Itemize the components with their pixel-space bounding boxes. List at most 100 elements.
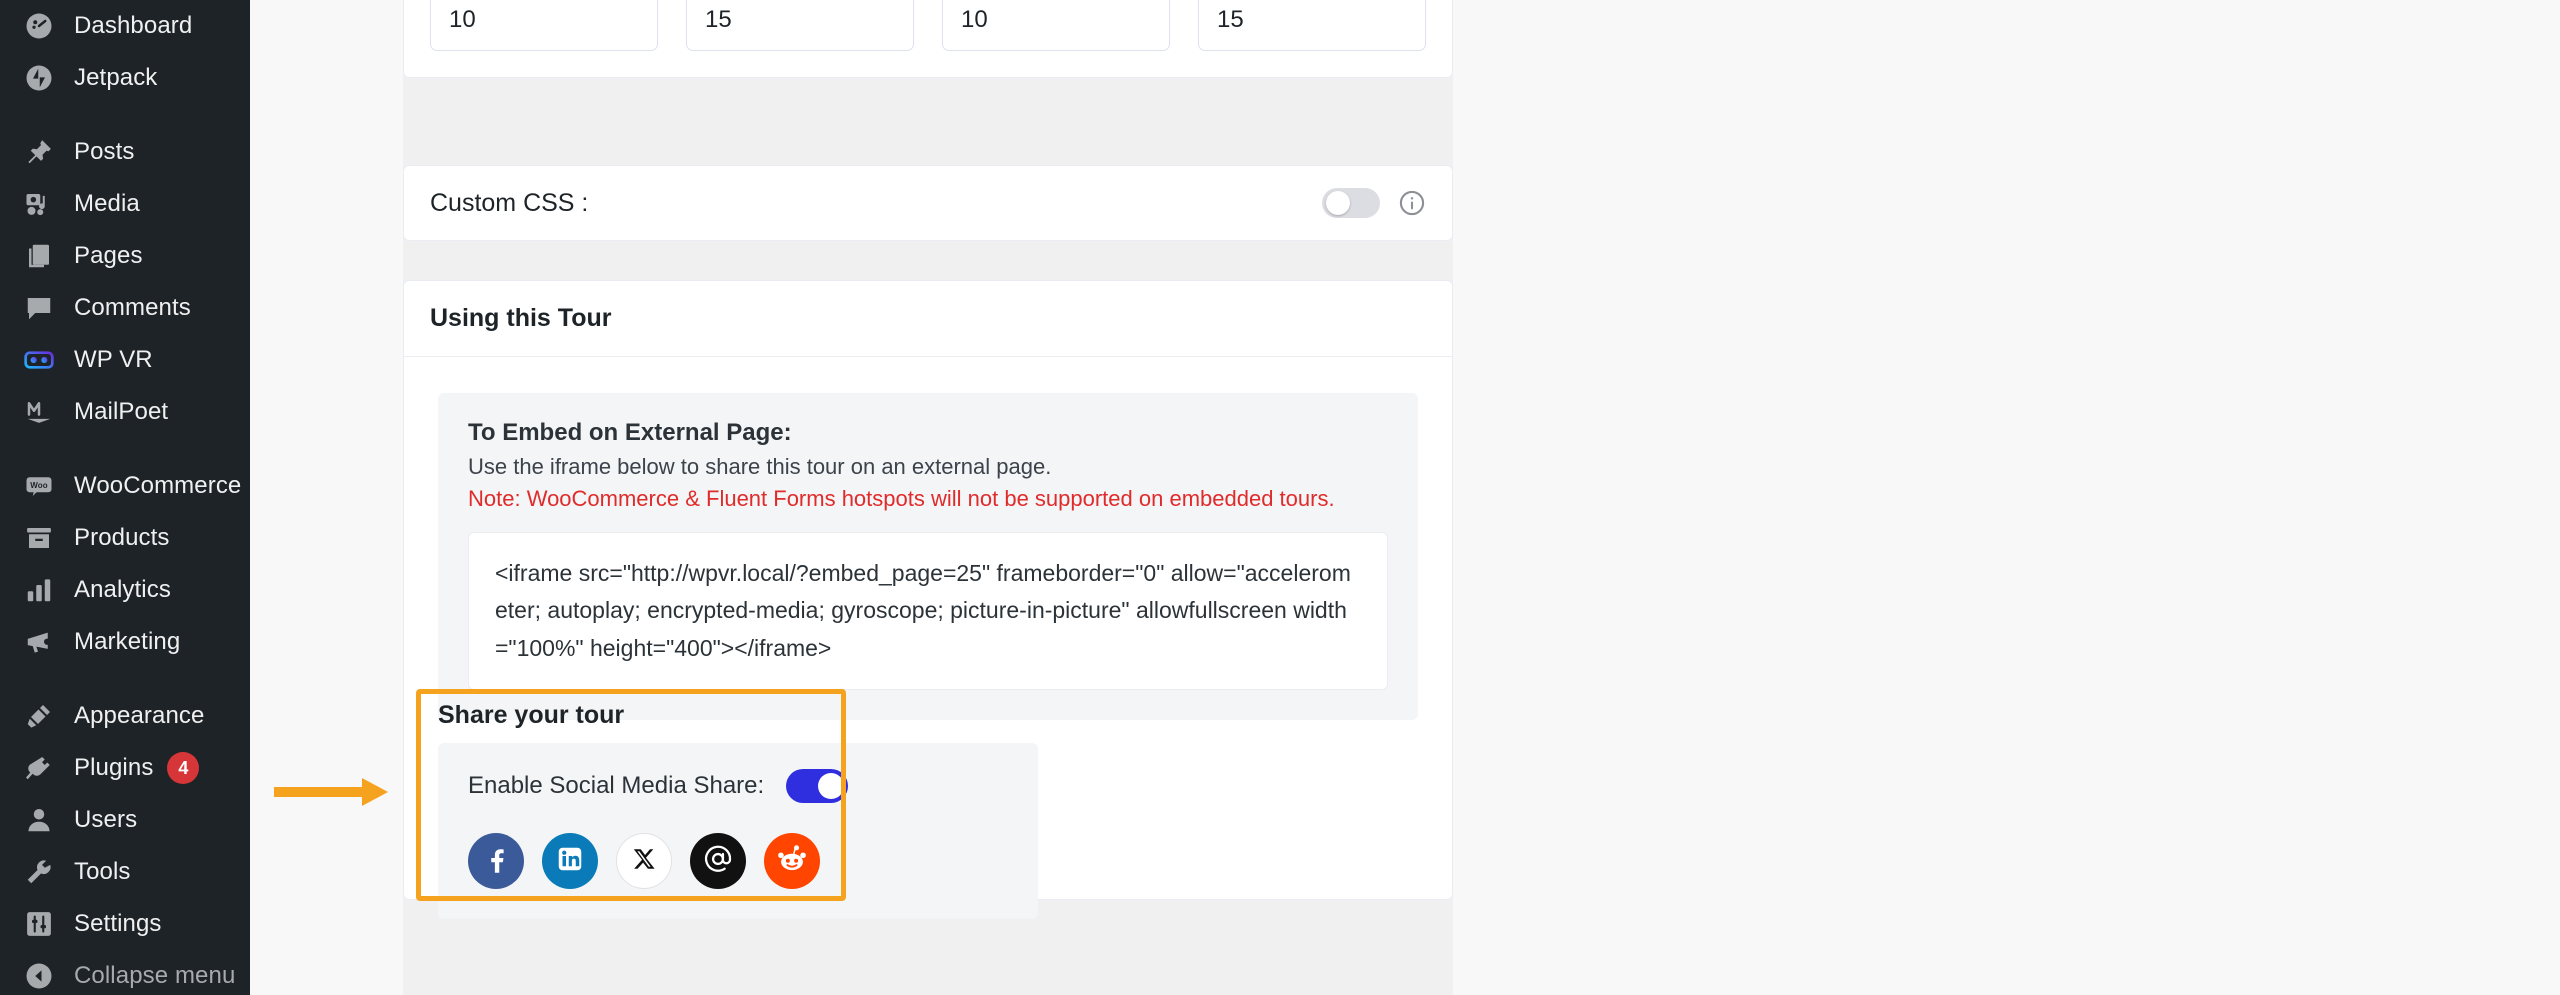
using-this-tour-body: To Embed on External Page: Use the ifram… bbox=[404, 357, 1452, 720]
linkedin-icon bbox=[555, 844, 585, 879]
sidebar-item-label: Posts bbox=[74, 138, 135, 165]
padding-bottom-input[interactable] bbox=[942, 0, 1170, 51]
sidebar-item-label: MailPoet bbox=[74, 398, 169, 425]
svg-text:Woo: Woo bbox=[30, 481, 48, 490]
sidebar-item-tools[interactable]: Tools bbox=[0, 846, 250, 898]
reddit-share-button[interactable] bbox=[764, 833, 820, 889]
sidebar-divider bbox=[0, 668, 250, 690]
paintbrush-icon bbox=[22, 699, 56, 733]
sidebar-item-label: Collapse menu bbox=[74, 962, 236, 989]
padding-bottom-group: Bottom bbox=[942, 0, 1170, 51]
sidebar-item-label: Pages bbox=[74, 242, 143, 269]
social-networks-row bbox=[468, 833, 1008, 889]
custom-css-toggle[interactable] bbox=[1322, 188, 1380, 218]
facebook-share-button[interactable] bbox=[468, 833, 524, 889]
woocommerce-icon: Woo bbox=[22, 469, 56, 503]
info-circle-icon[interactable] bbox=[1398, 189, 1426, 217]
main-content: Top Right Bottom Left Custom CSS : bbox=[250, 0, 2560, 995]
sidebar-item-label: Tools bbox=[74, 858, 131, 885]
sidebar-item-label: Appearance bbox=[74, 702, 205, 729]
padding-top-group: Top bbox=[430, 0, 658, 51]
sidebar-item-jetpack[interactable]: Jetpack bbox=[0, 52, 250, 104]
sidebar-item-woocommerce[interactable]: Woo WooCommerce bbox=[0, 460, 250, 512]
sidebar-item-dashboard[interactable]: Dashboard bbox=[0, 0, 250, 52]
padding-right-input[interactable] bbox=[686, 0, 914, 51]
enable-social-share-label: Enable Social Media Share: bbox=[468, 772, 765, 799]
x-share-button[interactable] bbox=[616, 833, 672, 889]
using-this-tour-card: Using this Tour To Embed on External Pag… bbox=[274, 280, 1453, 919]
padding-right-group: Right bbox=[686, 0, 914, 51]
sidebar-item-label: Jetpack bbox=[74, 64, 158, 91]
products-icon bbox=[22, 521, 56, 555]
sidebar-item-analytics[interactable]: Analytics bbox=[0, 564, 250, 616]
email-share-button[interactable] bbox=[690, 833, 746, 889]
pages-icon bbox=[22, 239, 56, 273]
padding-left-group: Left bbox=[1198, 0, 1426, 51]
sidebar-item-comments[interactable]: Comments bbox=[0, 282, 250, 334]
sidebar-item-mailpoet[interactable]: MailPoet bbox=[0, 386, 250, 438]
sidebar-item-label: Analytics bbox=[74, 576, 171, 603]
sidebar-item-posts[interactable]: Posts bbox=[0, 126, 250, 178]
embed-description: Use the iframe below to share this tour … bbox=[468, 454, 1052, 479]
toggle-knob bbox=[818, 773, 845, 799]
facebook-icon bbox=[481, 844, 511, 879]
custom-css-label: Custom CSS : bbox=[430, 188, 589, 217]
sidebar-item-label: Comments bbox=[74, 294, 191, 321]
using-this-tour-header: Using this Tour bbox=[404, 281, 1452, 357]
enable-social-share-toggle[interactable] bbox=[786, 769, 849, 803]
user-icon bbox=[22, 803, 56, 837]
admin-sidebar: Dashboard Jetpack Posts Media Pages Comm… bbox=[0, 0, 250, 995]
sidebar-item-pages[interactable]: Pages bbox=[0, 230, 250, 282]
annotation-arrow bbox=[274, 778, 388, 806]
sidebar-item-label: WooCommerce bbox=[74, 472, 242, 499]
sidebar-item-label: Plugins bbox=[74, 754, 154, 781]
comments-icon bbox=[22, 291, 56, 325]
right-gutter bbox=[1453, 0, 2560, 995]
email-at-icon bbox=[702, 843, 734, 880]
jetpack-icon bbox=[22, 61, 56, 95]
sidebar-divider bbox=[0, 438, 250, 460]
share-your-tour-panel: Enable Social Media Share: bbox=[438, 743, 1038, 919]
collapse-arrow-icon bbox=[22, 959, 56, 993]
marketing-icon bbox=[22, 625, 56, 659]
settings-column: Top Right Bottom Left Custom CSS : bbox=[274, 0, 1453, 995]
share-your-tour-title: Share your tour bbox=[438, 701, 625, 729]
left-gutter bbox=[250, 0, 403, 995]
sidebar-item-users[interactable]: Users bbox=[0, 794, 250, 846]
sidebar-item-collapse-menu[interactable]: Collapse menu bbox=[0, 950, 250, 995]
plugins-update-badge: 4 bbox=[167, 752, 200, 784]
sidebar-item-label: Dashboard bbox=[74, 12, 193, 39]
reddit-icon bbox=[776, 843, 808, 880]
sidebar-item-label: Marketing bbox=[74, 628, 181, 655]
sidebar-divider bbox=[0, 104, 250, 126]
sidebar-item-label: Settings bbox=[74, 910, 162, 937]
vr-goggles-icon bbox=[22, 343, 56, 377]
x-twitter-icon bbox=[631, 846, 657, 877]
pin-icon bbox=[22, 135, 56, 169]
linkedin-share-button[interactable] bbox=[542, 833, 598, 889]
embed-heading: To Embed on External Page: bbox=[468, 419, 792, 446]
embed-external-page-box: To Embed on External Page: Use the ifram… bbox=[438, 393, 1418, 720]
embed-code-block[interactable]: <iframe src="http://wpvr.local/?embed_pa… bbox=[468, 532, 1388, 690]
sidebar-item-plugins[interactable]: Plugins 4 bbox=[0, 742, 250, 794]
sidebar-item-label: WP VR bbox=[74, 346, 153, 373]
sidebar-item-media[interactable]: Media bbox=[0, 178, 250, 230]
sidebar-item-marketing[interactable]: Marketing bbox=[0, 616, 250, 668]
dashboard-icon bbox=[22, 9, 56, 43]
custom-css-card: Custom CSS : bbox=[403, 165, 1453, 241]
sidebar-item-appearance[interactable]: Appearance bbox=[0, 690, 250, 742]
plug-icon bbox=[22, 751, 56, 785]
padding-fields-card: Top Right Bottom Left bbox=[403, 0, 1453, 78]
sidebar-item-label: Products bbox=[74, 524, 170, 551]
sidebar-item-label: Users bbox=[74, 806, 138, 833]
sliders-icon bbox=[22, 907, 56, 941]
analytics-icon bbox=[22, 573, 56, 607]
padding-top-input[interactable] bbox=[430, 0, 658, 51]
sidebar-item-products[interactable]: Products bbox=[0, 512, 250, 564]
sidebar-item-settings[interactable]: Settings bbox=[0, 898, 250, 950]
using-this-tour-title: Using this Tour bbox=[430, 304, 612, 332]
sidebar-item-wp-vr[interactable]: WP VR bbox=[0, 334, 250, 386]
padding-left-input[interactable] bbox=[1198, 0, 1426, 51]
enable-social-share-row: Enable Social Media Share: bbox=[468, 769, 1008, 803]
media-icon bbox=[22, 187, 56, 221]
